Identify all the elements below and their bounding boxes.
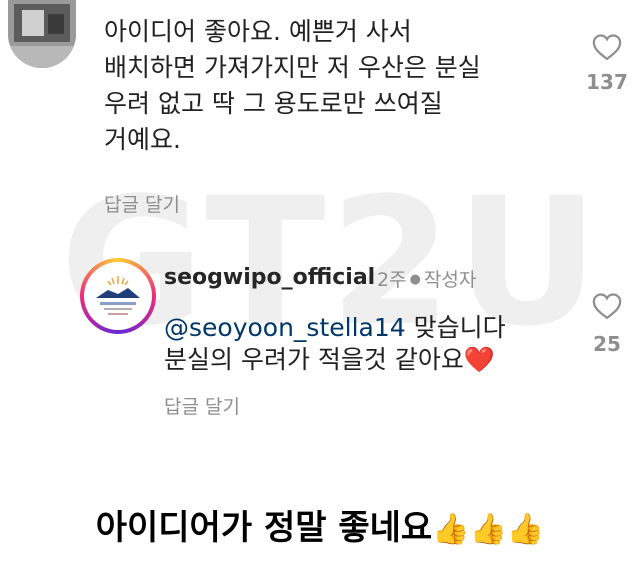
heart-icon[interactable] bbox=[592, 292, 622, 320]
like-count: 137 bbox=[586, 70, 628, 94]
avatar[interactable] bbox=[8, 0, 76, 68]
caption: 아이디어가 정말 좋네요👍👍👍 bbox=[0, 500, 640, 549]
avatar-story-ring[interactable] bbox=[80, 258, 156, 334]
comment-text: 아이디어 좋아요. 예쁜거 사서 배치하면 가져가지만 저 우산은 분실 우려 … bbox=[104, 17, 481, 154]
reply-text-part: 맞습니다 bbox=[405, 313, 506, 342]
caption-text: 아이디어가 정말 좋네요 bbox=[95, 508, 433, 548]
timestamp: 2주 bbox=[377, 269, 407, 291]
thumbs-up-icon: 👍👍👍 bbox=[432, 512, 545, 547]
logo-icon bbox=[86, 264, 150, 328]
reply-button[interactable]: 답글 달기 bbox=[104, 190, 180, 217]
heart-icon[interactable] bbox=[592, 33, 622, 61]
reply-text: @seoyoon_stella14 맞습니다 분실의 우려가 적을것 같아요❤️ bbox=[164, 312, 564, 376]
comment-meta: 2주 ● 작성자 bbox=[377, 265, 476, 292]
separator-dot: ● bbox=[409, 272, 421, 287]
heart-emoji-icon: ❤️ bbox=[463, 345, 495, 374]
avatar bbox=[84, 262, 152, 330]
reply-button[interactable]: 답글 달기 bbox=[164, 392, 240, 419]
author-badge: 작성자 bbox=[423, 269, 477, 291]
reply-text-line2: 분실의 우려가 적을것 같아요 bbox=[164, 345, 464, 374]
username[interactable]: seogwipo_official bbox=[164, 265, 375, 290]
mention-link[interactable]: @seoyoon_stella14 bbox=[164, 313, 406, 342]
like-count: 25 bbox=[593, 332, 621, 356]
